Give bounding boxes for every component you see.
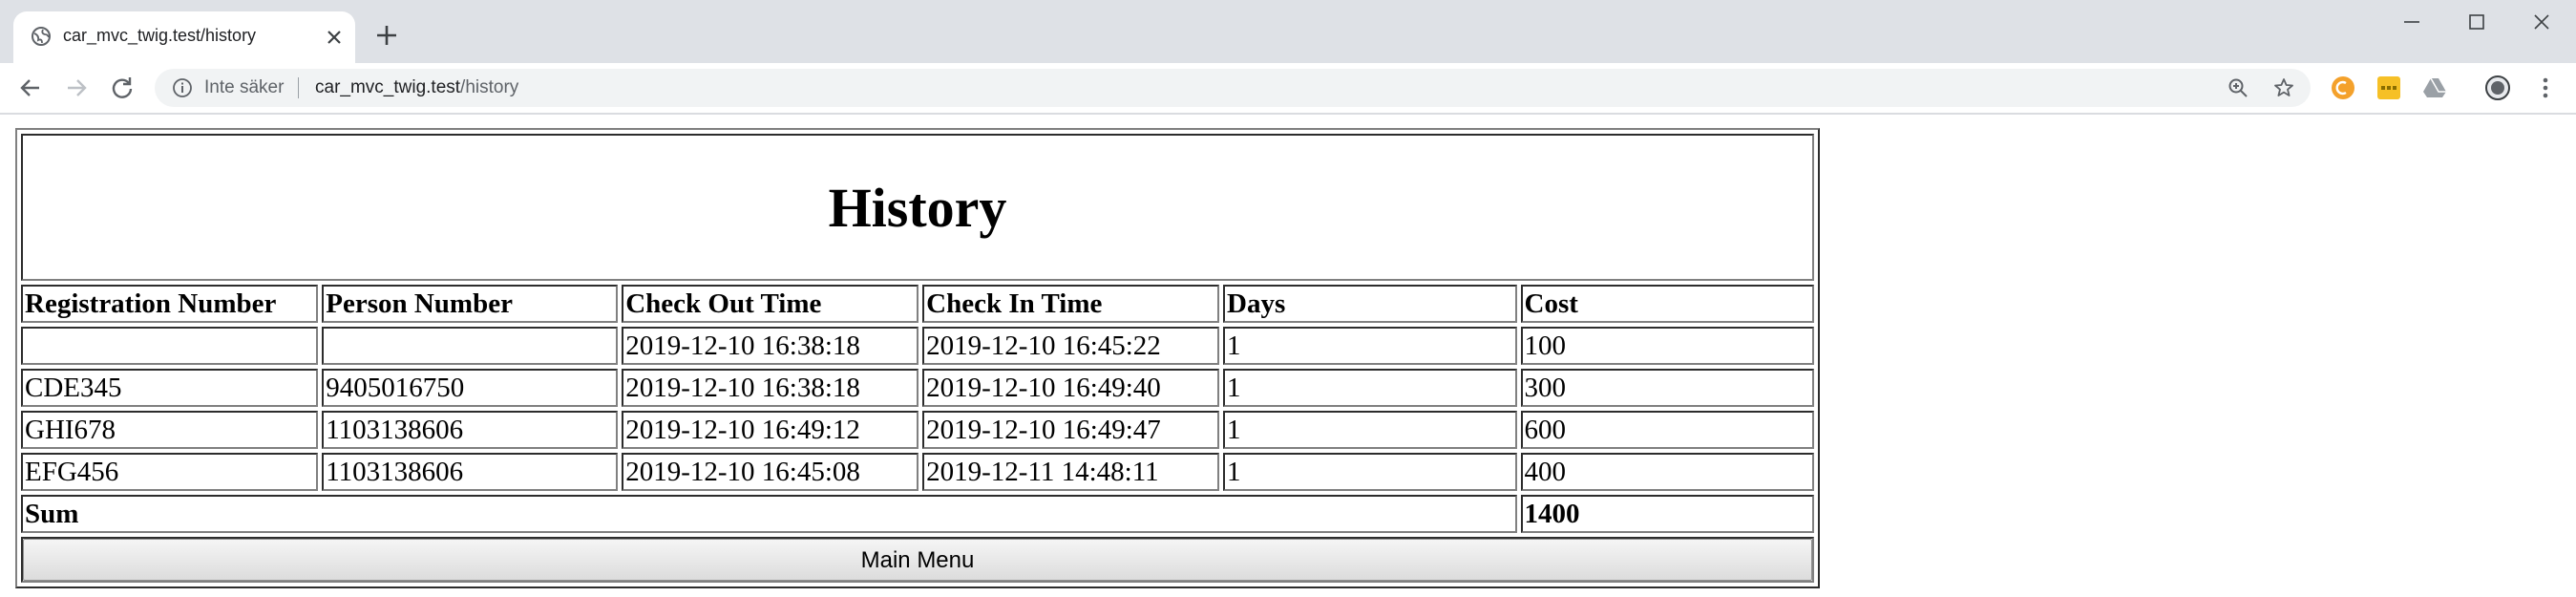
- title-row: History: [21, 134, 1814, 281]
- reload-icon[interactable]: [109, 75, 136, 101]
- menu-cell: Main Menu: [21, 537, 1814, 583]
- url-text[interactable]: car_mvc_twig.test/history: [315, 77, 518, 98]
- page-title: History: [828, 176, 1007, 239]
- cell-registration-number: GHI678: [21, 411, 319, 449]
- column-header-cost: Cost: [1520, 285, 1814, 323]
- forward-arrow-icon[interactable]: [63, 75, 90, 101]
- cell-cost: 300: [1520, 369, 1814, 407]
- cell-cost: 600: [1520, 411, 1814, 449]
- tab-close-icon[interactable]: [323, 26, 346, 49]
- column-header-person-number: Person Number: [322, 285, 619, 323]
- browser-toolbar: Inte säker car_mvc_twig.test/history: [0, 63, 2576, 113]
- maximize-icon[interactable]: [2460, 8, 2494, 36]
- title-cell: History: [21, 134, 1814, 281]
- header-row: Registration Number Person Number Check …: [21, 285, 1814, 323]
- cell-days: 1: [1223, 327, 1517, 365]
- cell-check-out-time: 2019-12-10 16:49:12: [622, 411, 919, 449]
- column-header-check-out-time: Check Out Time: [622, 285, 919, 323]
- zoom-icon[interactable]: [2227, 76, 2249, 99]
- bookmark-star-icon[interactable]: [2272, 76, 2295, 99]
- url-host: car_mvc_twig.test: [315, 77, 461, 97]
- cell-check-out-time: 2019-12-10 16:45:08: [622, 453, 919, 491]
- cell-check-in-time: 2019-12-10 16:49:47: [922, 411, 1220, 449]
- yellow-extension-icon[interactable]: [2375, 75, 2402, 101]
- omnibox-divider: [298, 77, 299, 98]
- globe-icon: [32, 27, 51, 46]
- address-bar[interactable]: Inte säker car_mvc_twig.test/history: [155, 69, 2311, 107]
- url-path: /history: [460, 77, 519, 97]
- cell-days: 1: [1223, 369, 1517, 407]
- page-content: History Registration Number Person Numbe…: [0, 115, 2576, 597]
- main-menu-button[interactable]: Main Menu: [23, 539, 1812, 581]
- cell-days: 1: [1223, 453, 1517, 491]
- cell-person-number: 9405016750: [322, 369, 619, 407]
- cell-person-number: [322, 327, 619, 365]
- cell-days: 1: [1223, 411, 1517, 449]
- cell-cost: 100: [1520, 327, 1814, 365]
- cell-check-out-time: 2019-12-10 16:38:18: [622, 369, 919, 407]
- cell-cost: 400: [1520, 453, 1814, 491]
- table-row: EFG456 1103138606 2019-12-10 16:45:08 20…: [21, 453, 1814, 491]
- table-row: 2019-12-10 16:38:18 2019-12-10 16:45:22 …: [21, 327, 1814, 365]
- cell-registration-number: EFG456: [21, 453, 319, 491]
- close-icon[interactable]: [2524, 8, 2559, 36]
- cell-registration-number: CDE345: [21, 369, 319, 407]
- cell-person-number: 1103138606: [322, 453, 619, 491]
- new-tab-plus-icon[interactable]: [374, 23, 399, 48]
- orange-extension-icon[interactable]: [2330, 75, 2356, 101]
- tab-strip: car_mvc_twig.test/history: [0, 0, 2576, 63]
- table-row: GHI678 1103138606 2019-12-10 16:49:12 20…: [21, 411, 1814, 449]
- info-icon[interactable]: [172, 77, 193, 98]
- profile-avatar-icon[interactable]: [2484, 75, 2511, 101]
- cell-registration-number: [21, 327, 319, 365]
- cell-check-in-time: 2019-12-10 16:45:22: [922, 327, 1220, 365]
- cell-person-number: 1103138606: [322, 411, 619, 449]
- sum-label: Sum: [21, 495, 1517, 533]
- column-header-check-in-time: Check In Time: [922, 285, 1220, 323]
- cell-check-in-time: 2019-12-10 16:49:40: [922, 369, 1220, 407]
- more-menu-icon[interactable]: [2536, 75, 2555, 101]
- sum-row: Sum 1400: [21, 495, 1814, 533]
- security-label[interactable]: Inte säker: [204, 77, 284, 98]
- back-arrow-icon[interactable]: [17, 75, 44, 101]
- drive-extension-icon[interactable]: [2421, 75, 2448, 101]
- column-header-days: Days: [1223, 285, 1517, 323]
- menu-row: Main Menu: [21, 537, 1814, 583]
- column-header-registration-number: Registration Number: [21, 285, 319, 323]
- browser-tab[interactable]: car_mvc_twig.test/history: [13, 11, 355, 63]
- cell-check-out-time: 2019-12-10 16:38:18: [622, 327, 919, 365]
- history-table: History Registration Number Person Numbe…: [15, 128, 1820, 588]
- tab-title: car_mvc_twig.test/history: [63, 26, 257, 45]
- cell-check-in-time: 2019-12-11 14:48:11: [922, 453, 1220, 491]
- minimize-icon[interactable]: [2395, 8, 2429, 36]
- sum-value: 1400: [1520, 495, 1814, 533]
- table-row: CDE345 9405016750 2019-12-10 16:38:18 20…: [21, 369, 1814, 407]
